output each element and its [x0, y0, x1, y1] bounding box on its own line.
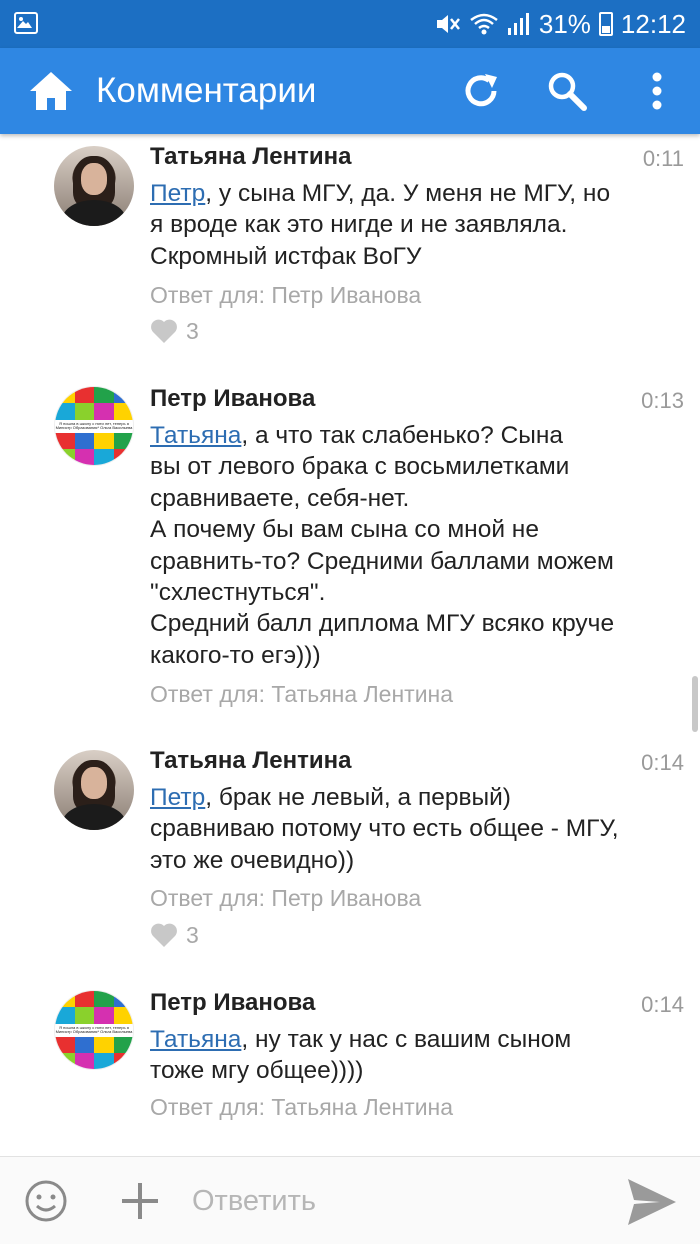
comment-text: Петр, у сына МГУ, да. У меня не МГУ, но … — [150, 180, 611, 270]
plus-icon[interactable] — [120, 1181, 160, 1221]
avatar[interactable]: Я пошла в школу с пяти лет, теперь я Мин… — [54, 990, 134, 1070]
mention-link[interactable]: Татьяна — [150, 422, 241, 449]
battery-icon — [598, 12, 613, 36]
comment-time: 0:14 — [641, 750, 684, 775]
mute-icon — [436, 15, 460, 33]
status-icons: 31% 12:12 — [435, 8, 686, 40]
signal-icon — [507, 13, 529, 35]
home-icon[interactable] — [28, 70, 74, 112]
mention-link[interactable]: Петр — [150, 180, 205, 207]
comment-author[interactable]: Татьяна Лентина — [150, 746, 351, 776]
mention-link[interactable]: Петр — [150, 784, 205, 811]
avatar[interactable] — [54, 750, 134, 830]
avatar[interactable] — [54, 146, 134, 226]
clock: 12:12 — [620, 8, 686, 39]
avatar[interactable]: Я пошла в школу с пяти лет, теперь я Мин… — [54, 386, 134, 466]
reply-to-label[interactable]: Ответ для: Петр Иванова — [150, 883, 421, 913]
comment-author[interactable]: Татьяна Лентина — [150, 142, 351, 172]
emoji-icon[interactable] — [24, 1179, 68, 1223]
comment-author[interactable]: Петр Иванова — [150, 988, 315, 1018]
heart-icon — [151, 923, 177, 947]
comment-text: Татьяна, ну так у нас с вашим сыном тоже… — [150, 1026, 572, 1085]
refresh-icon[interactable] — [458, 68, 504, 114]
reply-to-label[interactable]: Ответ для: Татьяна Лентина — [150, 679, 453, 709]
like-count: 3 — [186, 921, 199, 948]
comments-feed[interactable]: Татьяна Лентина 0:11 Петр, у сына МГУ, д… — [0, 134, 700, 1156]
mention-link[interactable]: Татьяна — [150, 1026, 241, 1053]
like-count: 3 — [186, 317, 199, 344]
page-title: Комментарии — [96, 71, 317, 110]
reply-to-label[interactable]: Ответ для: Татьяна Лентина — [150, 1092, 453, 1122]
reply-input[interactable]: Ответить — [192, 1183, 316, 1219]
like-button[interactable]: 3 — [150, 920, 199, 950]
scrollbar[interactable] — [692, 676, 698, 732]
status-bar: 31% 12:12 — [0, 0, 700, 48]
wifi-icon — [470, 13, 498, 35]
send-icon[interactable] — [626, 1177, 678, 1227]
comment-time: 0:11 — [642, 146, 684, 171]
comment-time: 0:13 — [641, 388, 684, 413]
like-button[interactable]: 3 — [150, 316, 199, 346]
battery-percent: 31% — [538, 8, 591, 39]
comment-author[interactable]: Петр Иванова — [150, 384, 315, 414]
comment-text: Татьяна, а что так слабенько? Сына вы от… — [150, 422, 615, 669]
more-icon[interactable] — [634, 68, 680, 114]
composer: Ответить — [0, 1156, 700, 1244]
image-icon — [14, 12, 38, 34]
comment-text: Петр, брак не левый, а первый) сравниваю… — [150, 784, 619, 874]
app-bar: Комментарии — [0, 48, 700, 134]
heart-icon — [151, 319, 177, 343]
search-icon[interactable] — [544, 68, 590, 114]
comment-time: 0:14 — [641, 992, 684, 1017]
reply-to-label[interactable]: Ответ для: Петр Иванова — [150, 280, 421, 310]
